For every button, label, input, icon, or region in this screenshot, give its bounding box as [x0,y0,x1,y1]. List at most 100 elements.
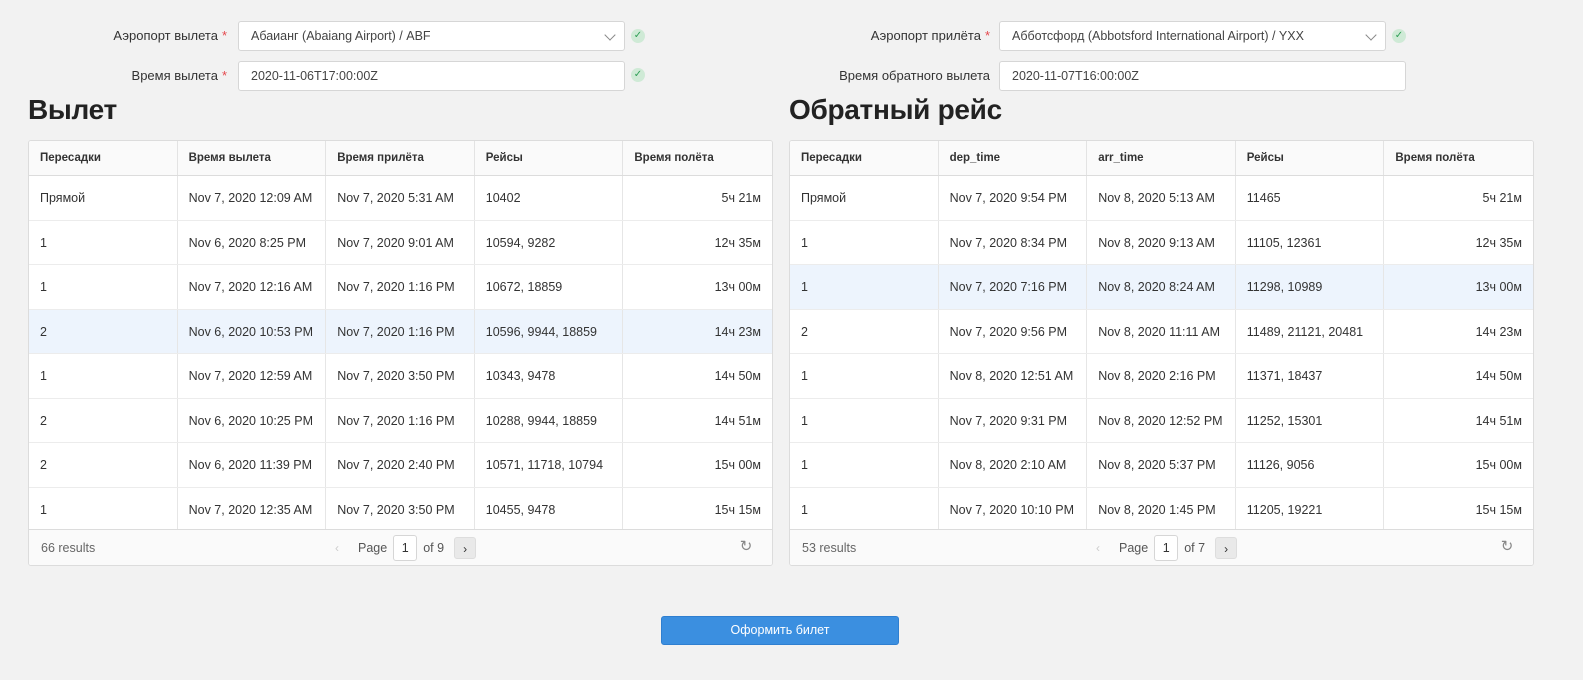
table-row[interactable]: Прямой Nov 7, 2020 9:54 PM Nov 8, 2020 5:1… [790,176,1533,221]
table-cell: 11105, 12361 [1236,220,1385,264]
table-cell: 14ч 23м [714,324,761,339]
table-cell: 2 [29,398,178,442]
table-row[interactable]: 2 Nov 6, 2020 11:39 PM Nov 7, 2020 2:40 PM… [29,443,772,488]
table-row[interactable]: 1 Nov 7, 2020 10:10 PM Nov 8, 2020 1:45 PM… [790,487,1533,532]
table-cell: Nov 7, 2020 12:35 AM [178,487,327,531]
table-cell: Nov 8, 2020 5:37 PM [1087,443,1236,487]
table-cell: 10596, 9944, 18859 [475,309,624,353]
column-header[interactable]: Время полёта [623,141,772,175]
grid-body: Прямой Nov 7, 2020 12:09 AM Nov 7, 2020 5:… [29,176,772,532]
table-cell: 13ч 00м [714,280,761,294]
table-row[interactable]: Прямой Nov 7, 2020 12:09 AM Nov 7, 2020 5:… [29,176,772,221]
dep-time-label: Время вылета * [131,68,227,83]
table-cell: Nov 8, 2020 5:13 AM [1087,176,1236,220]
table-cell: 1 [790,220,939,264]
table-cell: Nov 6, 2020 10:53 PM [178,309,327,353]
column-header[interactable]: dep_time [939,141,1088,175]
table-row[interactable]: 1 Nov 8, 2020 12:51 AM Nov 8, 2020 2:16 PM… [790,354,1533,399]
column-header[interactable]: Рейсы [475,141,624,175]
table-cell: 15ч 15м [1475,502,1522,517]
table-cell: Nov 7, 2020 7:16 PM [939,265,1088,309]
column-header[interactable]: Пересадки [790,141,939,175]
table-row[interactable]: 1 Nov 7, 2020 12:59 AM Nov 7, 2020 3:50 PM… [29,354,772,399]
table-cell: Nov 7, 2020 9:31 PM [939,398,1088,442]
dep-airport-value: Абаианг (Abaiang Airport) / ABF [251,29,431,43]
table-cell: Nov 7, 2020 10:10 PM [939,487,1088,531]
table-cell: Nov 8, 2020 9:13 AM [1087,220,1236,264]
table-cell: Nov 7, 2020 5:31 AM [326,176,475,220]
page-input[interactable]: 1 [393,535,418,561]
arr-airport-label: Аэропорт прилёта * [870,28,990,43]
column-header[interactable]: Время прилёта [326,141,475,175]
table-row[interactable]: 1 Nov 7, 2020 12:35 AM Nov 7, 2020 3:50 PM… [29,487,772,532]
table-cell: Nov 6, 2020 10:25 PM [178,398,327,442]
refresh-icon[interactable]: ↻ [1499,539,1515,555]
table-cell: Nov 7, 2020 9:54 PM [939,176,1088,220]
table-cell: 10672, 18859 [475,265,624,309]
table-cell: 11252, 15301 [1236,398,1385,442]
page-label: Page [358,541,388,555]
table-cell: 10594, 9282 [475,220,624,264]
inbound-title: Обратный рейс [789,94,1002,125]
table-cell: 1 [29,220,178,264]
table-cell: 10455, 9478 [475,487,624,531]
dep-time-input[interactable]: 2020-11-06T17:00:00Z [238,61,625,91]
table-row[interactable]: 2 Nov 6, 2020 10:53 PM Nov 7, 2020 1:16 PM… [29,309,772,354]
table-row[interactable]: 1 Nov 8, 2020 2:10 AM Nov 8, 2020 5:37 PM 1… [790,443,1533,488]
table-cell: 1 [790,443,939,487]
results-count: 53 results [802,541,857,555]
ret-time-label: Время обратного вылета [839,68,990,83]
table-cell: 1 [790,265,939,309]
table-cell: Nov 8, 2020 12:51 AM [939,354,1088,398]
book-ticket-button[interactable]: Оформить билет [661,616,899,645]
table-cell: Nov 7, 2020 12:09 AM [178,176,327,220]
table-row[interactable]: 2 Nov 6, 2020 10:25 PM Nov 7, 2020 1:16 PM… [29,398,772,443]
table-cell: Nov 7, 2020 12:16 AM [178,265,327,309]
table-cell: 5ч 21м [1482,191,1522,205]
grid-header: Пересадки Время вылета Время прилёта Рейсы В… [29,141,772,176]
table-cell: 11298, 10989 [1236,265,1385,309]
page-input[interactable]: 1 [1154,535,1179,561]
table-cell: 14ч 51м [714,413,761,428]
grid-header: Пересадки dep_time arr_time Рейсы Время полё… [790,141,1533,176]
next-page-button[interactable]: › [454,537,477,559]
check-icon: ✓ [631,29,645,43]
table-row[interactable]: 2 Nov 7, 2020 9:56 PM Nov 8, 2020 11:11 AM… [790,309,1533,354]
arr-airport-select[interactable]: Абботсфорд (Abbotsford International Air… [999,21,1386,51]
page-total: of 9 [423,541,445,555]
column-header[interactable]: Время полёта [1384,141,1533,175]
column-header[interactable]: Рейсы [1236,141,1385,175]
prev-page-button[interactable]: ‹ [1087,537,1109,559]
dep-time-value: 2020-11-06T17:00:00Z [251,69,378,83]
results-count: 66 results [41,541,96,555]
refresh-icon[interactable]: ↻ [738,539,754,555]
column-header[interactable]: Пересадки [29,141,178,175]
table-cell: Nov 8, 2020 8:24 AM [1087,265,1236,309]
table-row[interactable]: 1 Nov 7, 2020 7:16 PM Nov 8, 2020 8:24 AM 1… [790,265,1533,310]
ret-time-input[interactable]: 2020-11-07T16:00:00Z [999,61,1406,91]
table-cell: Nov 8, 2020 1:45 PM [1087,487,1236,531]
outbound-title: Вылет [28,94,117,125]
next-page-button[interactable]: › [1215,537,1238,559]
prev-page-button[interactable]: ‹ [326,537,348,559]
table-row[interactable]: 1 Nov 6, 2020 8:25 PM Nov 7, 2020 9:01 AM 1… [29,220,772,265]
table-cell: 14ч 50м [1475,369,1522,383]
arr-airport-value: Абботсфорд (Abbotsford International Air… [1012,29,1304,43]
table-cell: 11126, 9056 [1236,443,1385,487]
table-cell: 13ч 00м [1475,280,1522,294]
table-row[interactable]: 1 Nov 7, 2020 12:16 AM Nov 7, 2020 1:16 PM… [29,265,772,310]
column-header[interactable]: Время вылета [178,141,327,175]
table-cell: 10343, 9478 [475,354,624,398]
column-header[interactable]: arr_time [1087,141,1236,175]
table-row[interactable]: 1 Nov 7, 2020 9:31 PM Nov 8, 2020 12:52 PM… [790,398,1533,443]
table-cell: 12ч 35м [1475,235,1522,250]
dep-airport-select[interactable]: Абаианг (Abaiang Airport) / ABF [238,21,625,51]
table-cell: 12ч 35м [714,235,761,250]
table-cell: 5ч 21м [721,191,761,205]
table-cell: 11465 [1236,176,1385,220]
pager: ‹ Page 1 of 9 › [326,535,477,561]
table-cell: Nov 7, 2020 12:59 AM [178,354,327,398]
table-cell: 11371, 18437 [1236,354,1385,398]
table-cell: 14ч 23м [1475,324,1522,339]
table-row[interactable]: 1 Nov 7, 2020 8:34 PM Nov 8, 2020 9:13 AM 1… [790,220,1533,265]
